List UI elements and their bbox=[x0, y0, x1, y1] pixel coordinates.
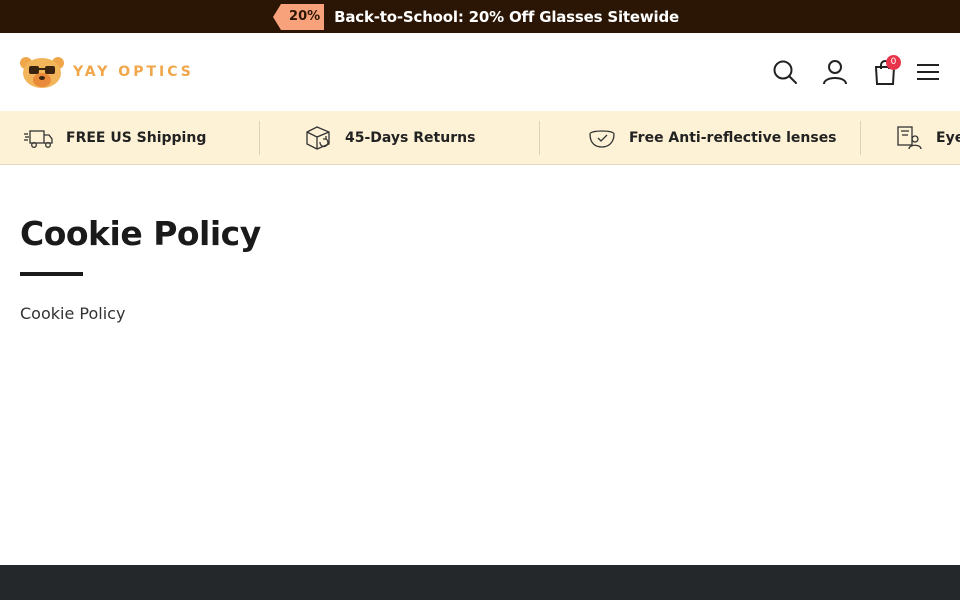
usp-bar: FREE US Shipping 45-Days Returns Free An… bbox=[0, 111, 960, 165]
search-icon bbox=[773, 60, 797, 84]
title-underline bbox=[20, 272, 83, 276]
usp-label: Free Anti-reflective lenses bbox=[629, 130, 837, 146]
usp-item-shipping: FREE US Shipping bbox=[24, 111, 207, 164]
page-body-text: Cookie Policy bbox=[20, 304, 126, 323]
page-title: Cookie Policy bbox=[20, 214, 261, 253]
delivery-truck-icon bbox=[24, 130, 53, 148]
usp-item-lenses: Free Anti-reflective lenses bbox=[587, 111, 837, 164]
usp-label: Eye bbox=[936, 130, 960, 146]
usp-label: FREE US Shipping bbox=[66, 130, 207, 146]
usp-item-returns: 45-Days Returns bbox=[303, 111, 476, 164]
usp-item-eye: Eye bbox=[894, 111, 960, 164]
divider bbox=[860, 121, 861, 155]
brand-name: YAY OPTICS bbox=[73, 64, 194, 80]
account-icon bbox=[823, 60, 847, 85]
cart-button[interactable]: 0 bbox=[870, 55, 901, 87]
discount-badge: 20% bbox=[273, 3, 325, 30]
divider bbox=[259, 121, 260, 155]
return-box-icon bbox=[306, 126, 330, 150]
site-header: YAY OPTICS 0 bbox=[0, 33, 960, 111]
eye-exam-icon bbox=[897, 126, 922, 150]
logo[interactable]: YAY OPTICS bbox=[20, 55, 194, 89]
bear-glasses-logo-icon bbox=[20, 57, 64, 88]
divider bbox=[539, 121, 540, 155]
cart-count-badge: 0 bbox=[886, 55, 901, 70]
account-button[interactable] bbox=[820, 57, 850, 87]
usp-label: 45-Days Returns bbox=[345, 130, 476, 146]
menu-icon bbox=[917, 64, 939, 80]
announcement-bar[interactable]: 20% Back-to-School: 20% Off Glasses Site… bbox=[0, 0, 960, 33]
site-footer bbox=[0, 565, 960, 600]
menu-button[interactable] bbox=[913, 57, 943, 87]
announcement-text[interactable]: Back-to-School: 20% Off Glasses Sitewide bbox=[334, 8, 679, 26]
lens-icon bbox=[589, 130, 615, 148]
search-button[interactable] bbox=[770, 57, 800, 87]
